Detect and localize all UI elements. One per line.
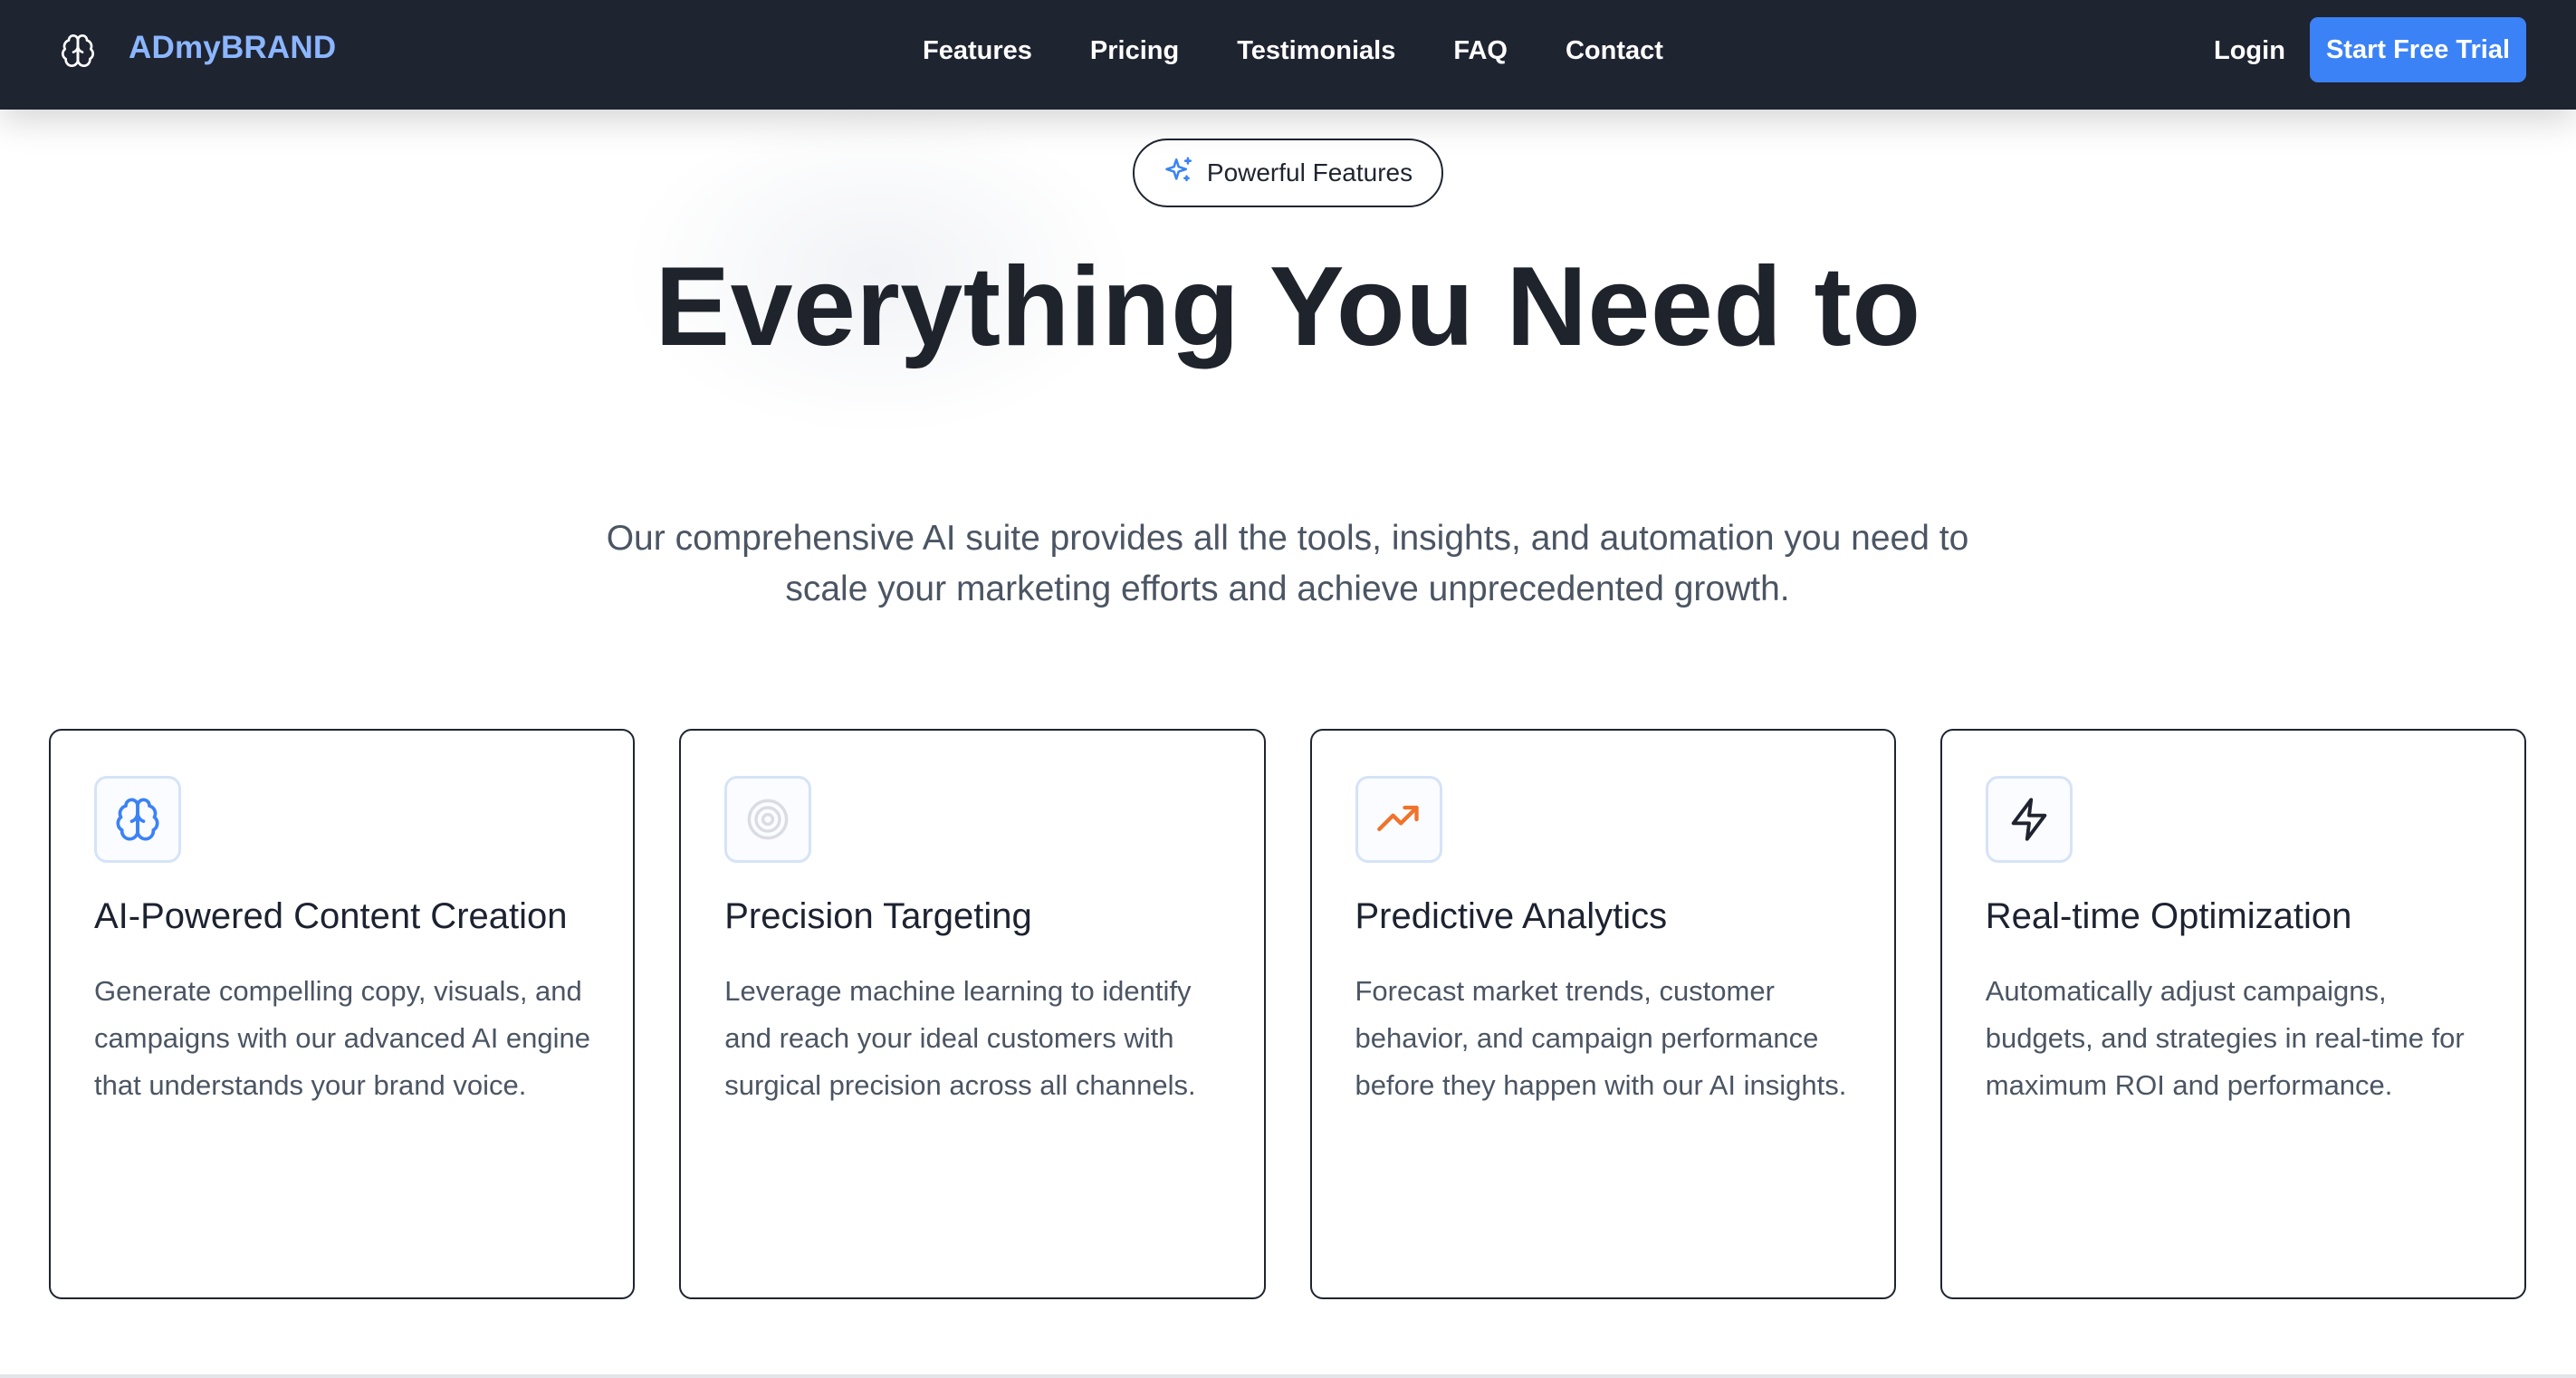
main-nav: Features Pricing Testimonials FAQ Contac… <box>923 33 1663 69</box>
nav-link-faq[interactable]: FAQ <box>1453 33 1508 69</box>
feature-cards: AI-Powered Content Creation Generate com… <box>49 729 2526 1299</box>
feature-card: Precision Targeting Leverage machine lea… <box>679 729 1266 1299</box>
feature-description: Forecast market trends, customer behavio… <box>1355 975 1847 1101</box>
target-icon <box>724 776 812 863</box>
feature-title: Predictive Analytics <box>1355 896 1668 936</box>
nav-link-features[interactable]: Features <box>923 33 1032 69</box>
feature-title: AI-Powered Content Creation <box>94 896 568 936</box>
nav-link-testimonials[interactable]: Testimonials <box>1237 33 1395 69</box>
sparkles-icon <box>1164 156 1194 191</box>
hero-subtitle: Our comprehensive AI suite provides all … <box>606 519 1969 608</box>
features-badge: Powerful Features <box>1133 139 1443 207</box>
feature-description: Automatically adjust campaigns, budgets,… <box>1985 975 2465 1101</box>
hero-title: Everything You Need to <box>655 244 1921 369</box>
feature-title: Precision Targeting <box>724 896 1032 936</box>
trending-up-icon <box>1355 776 1442 863</box>
brain-icon <box>94 776 181 863</box>
brand-name[interactable]: ADmyBRAND <box>129 30 336 66</box>
login-link[interactable]: Login <box>2214 33 2285 69</box>
feature-description: Leverage machine learning to identify an… <box>724 975 1196 1101</box>
feature-card: Real-time Optimization Automatically adj… <box>1939 729 2526 1299</box>
feature-card: Predictive Analytics Forecast market tre… <box>1309 729 1896 1299</box>
feature-title: Real-time Optimization <box>1985 896 2352 936</box>
brain-icon[interactable] <box>60 33 96 69</box>
section-divider <box>0 1374 2576 1378</box>
top-navbar: ADmyBRAND Features Pricing Testimonials … <box>0 0 2576 110</box>
feature-card: AI-Powered Content Creation Generate com… <box>49 729 636 1299</box>
nav-link-pricing[interactable]: Pricing <box>1090 33 1179 69</box>
lightning-icon <box>1985 776 2073 863</box>
nav-link-contact[interactable]: Contact <box>1566 33 1663 69</box>
start-free-trial-button[interactable]: Start Free Trial <box>2310 17 2526 82</box>
badge-label: Powerful Features <box>1206 158 1413 187</box>
feature-description: Generate compelling copy, visuals, and c… <box>94 975 591 1101</box>
